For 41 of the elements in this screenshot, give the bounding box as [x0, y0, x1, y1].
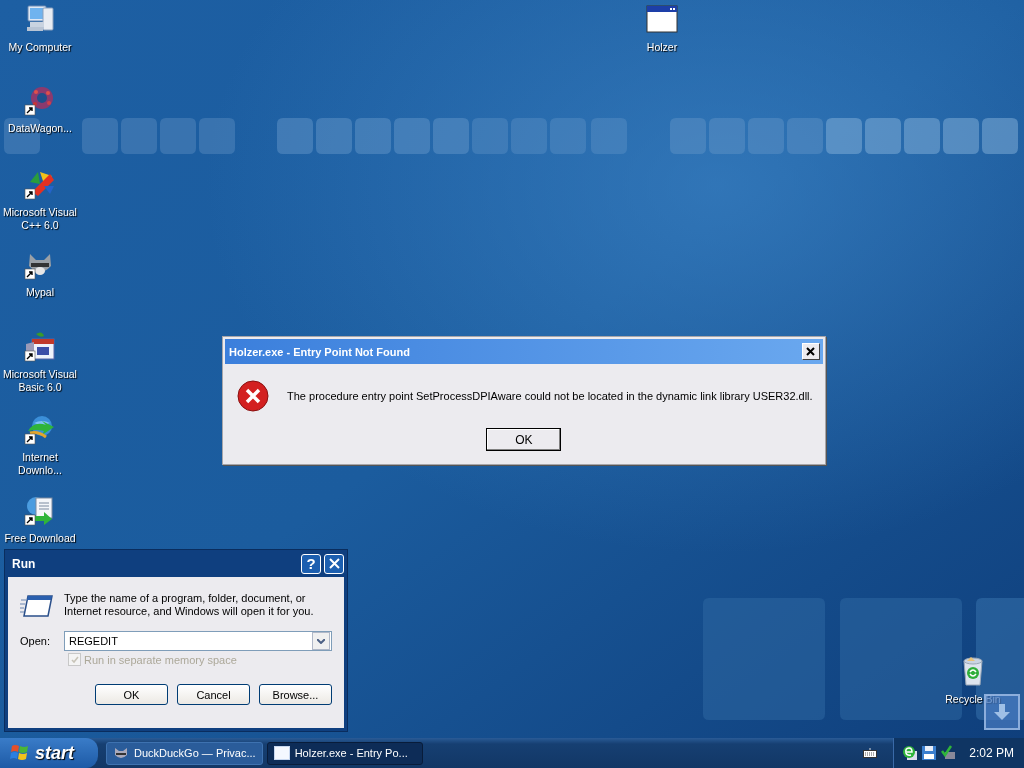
cancel-button[interactable]: Cancel: [177, 684, 250, 705]
checkbox-label: Run in separate memory space: [84, 653, 237, 666]
icon-label[interactable]: Microsoft Visual Basic 6.0: [0, 368, 80, 394]
error-message: The procedure entry point SetProcessDPIAware could not be located in the dynamic link library USER32.dll.: [287, 390, 813, 402]
close-icon: [328, 558, 340, 569]
taskbar-button[interactable]: DuckDuckGo — Privac...: [106, 741, 263, 765]
browse-button[interactable]: Browse...: [259, 684, 332, 705]
icon-label[interactable]: My Computer: [8, 41, 72, 54]
close-button[interactable]: [324, 553, 344, 574]
icon-label[interactable]: Internet Downlo...: [0, 451, 80, 477]
clock[interactable]: 2:02 PM: [969, 746, 1014, 760]
close-button[interactable]: [801, 343, 820, 360]
description-text: Type the name of a program, folder, document, or Internet resource, and Windows will open it for you.: [64, 591, 315, 618]
window-title: Run: [12, 556, 36, 571]
window-title: Holzer.exe - Entry Point Not Found: [229, 345, 410, 358]
down-arrow-icon: [993, 703, 1011, 721]
monitor-check-icon[interactable]: [940, 745, 957, 761]
calendar-box-icon[interactable]: [24, 330, 56, 362]
globe-arrow-icon[interactable]: [24, 413, 56, 445]
icon-label[interactable]: DataWagon...: [8, 122, 72, 135]
down-arrow-button[interactable]: [984, 694, 1020, 730]
circle-e-icon[interactable]: [902, 745, 919, 761]
start-button[interactable]: start: [0, 738, 98, 768]
icon-label[interactable]: Free Download: [4, 532, 76, 545]
icon-label[interactable]: Microsoft Visual C++ 6.0: [0, 206, 80, 232]
document-arrow-icon[interactable]: [24, 494, 56, 526]
ok-button[interactable]: OK: [486, 428, 562, 451]
window-icon[interactable]: [646, 3, 678, 35]
dotted-circle-icon[interactable]: [24, 84, 56, 116]
open-combo-box[interactable]: REGEDIT: [63, 631, 332, 651]
ok-button[interactable]: OK: [95, 684, 168, 705]
taskbar-button[interactable]: Holzer.exe - Entry Po...: [266, 741, 423, 765]
icon-label[interactable]: Mypal: [26, 286, 54, 299]
open-label: Open:: [20, 635, 50, 647]
windows-flag-icon: [10, 744, 30, 762]
error-icon: [237, 380, 269, 412]
window-icon: [273, 746, 290, 760]
keyboard-icon[interactable]: [863, 748, 878, 758]
icon-label[interactable]: Holzer: [646, 41, 678, 54]
close-icon: [806, 347, 816, 356]
help-button[interactable]: ?: [301, 553, 321, 574]
